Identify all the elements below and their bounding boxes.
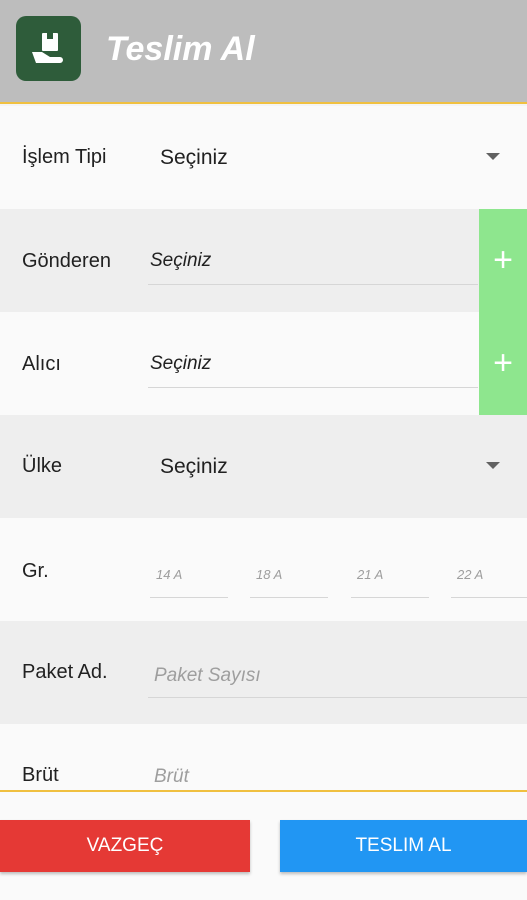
gr-14a-input[interactable]: 14 A <box>150 559 228 598</box>
gonderen-value: Seçiniz <box>150 250 212 271</box>
alici-value: Seçiniz <box>150 353 212 374</box>
alici-field[interactable]: Seçiniz <box>148 349 478 388</box>
gr-label: Gr. <box>22 560 49 582</box>
paket-label: Paket Ad. <box>22 661 108 683</box>
gr-21a-placeholder: 21 A <box>357 567 384 582</box>
app-title: Teslim Al <box>106 30 255 68</box>
paket-sayisi-placeholder: Paket Sayısı <box>154 665 261 686</box>
action-bar: VAZGEÇ TESLIM AL <box>0 790 527 900</box>
ulke-label: Ülke <box>22 455 63 477</box>
teslim-al-button[interactable]: TESLIM AL <box>280 820 527 872</box>
alici-row: Alıcı Seçiniz <box>0 312 527 415</box>
brut-label: Brüt <box>22 764 59 786</box>
dropdown-caret-icon <box>486 462 500 469</box>
paket-row: Paket Ad. Paket Sayısı <box>0 621 527 724</box>
gr-22a-input[interactable]: 22 A <box>451 559 527 598</box>
gr-18a-placeholder: 18 A <box>256 567 283 582</box>
gr-14a-placeholder: 14 A <box>156 567 183 582</box>
gonderen-label: Gönderen <box>22 250 111 272</box>
alici-label: Alıcı <box>22 353 61 375</box>
cancel-button[interactable]: VAZGEÇ <box>0 820 250 872</box>
islem-tipi-row: İşlem Tipi Seçiniz <box>0 106 527 209</box>
ulke-row: Ülke Seçiniz <box>0 415 527 518</box>
brut-row: Brüt Brüt <box>0 724 527 790</box>
add-gonderen-button[interactable]: + <box>479 209 527 312</box>
dropdown-caret-icon <box>486 153 500 160</box>
ulke-value: Seçiniz <box>160 455 228 478</box>
brut-placeholder: Brüt <box>154 766 189 787</box>
box-hand-icon <box>16 16 81 81</box>
gonderen-row: Gönderen Seçiniz <box>0 209 527 312</box>
app-bar: Teslim Al <box>0 0 527 104</box>
gonderen-field[interactable]: Seçiniz <box>148 246 478 285</box>
paket-sayisi-input[interactable]: Paket Sayısı <box>148 659 527 698</box>
add-alici-button[interactable]: + <box>479 312 527 415</box>
gr-row: Gr. 14 A 18 A 21 A 22 A <box>0 518 527 621</box>
gr-21a-input[interactable]: 21 A <box>351 559 429 598</box>
islem-tipi-label: İşlem Tipi <box>22 146 107 168</box>
gr-18a-input[interactable]: 18 A <box>250 559 328 598</box>
islem-tipi-value: Seçiniz <box>160 146 228 169</box>
gr-22a-placeholder: 22 A <box>457 567 484 582</box>
